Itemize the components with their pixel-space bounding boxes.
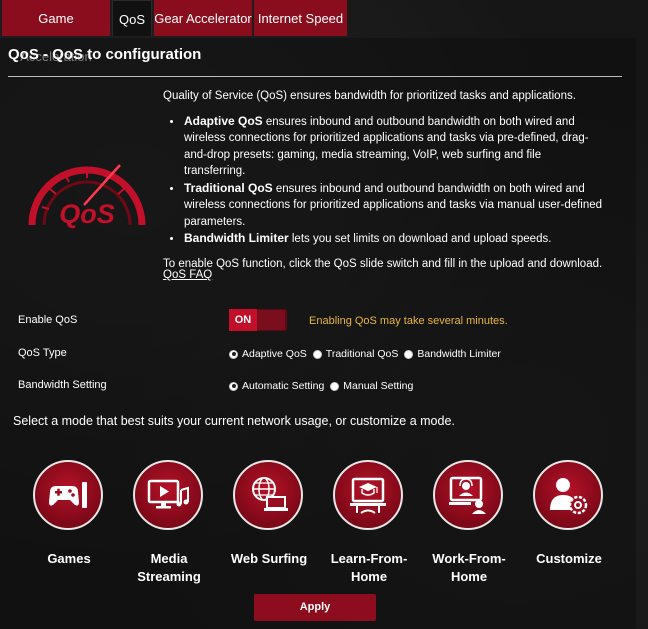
qos-description: Quality of Service (QoS) ensures bandwid… [163,88,603,272]
feature-term: Bandwidth Limiter [184,231,289,245]
mode-label: Work-From-Home [432,551,506,584]
enable-qos-toggle[interactable]: ON [229,309,287,331]
radio-label: Bandwidth Limiter [417,348,501,360]
radio-label: Traditional QoS [325,348,399,360]
mode-icon-circle[interactable] [33,460,103,530]
radio-dot[interactable] [312,349,322,359]
qos-faq-link[interactable]: QoS FAQ [163,269,212,281]
gamepad-icon [49,482,87,508]
bandwidth-setting-label: Bandwidth Setting [18,379,107,391]
feature-text: lets you set limits on download and uplo… [288,233,552,245]
qos-logo: QoS [22,145,152,230]
radio-dot-selected[interactable] [229,349,238,359]
mode-icon-circle[interactable] [233,460,303,530]
radio-bandwidth-limiter[interactable]: Bandwidth Limiter [404,348,501,360]
globe-laptop-icon [252,477,288,511]
feature-traditional-qos: Traditional QoS ensures inbound and outb… [183,180,603,231]
toggle-on-text: ON [229,309,257,331]
mode-icon-circle[interactable] [133,460,203,530]
tab-internet-speed[interactable]: Internet Speed [254,0,347,36]
mode-icon-circle[interactable] [533,460,603,530]
qos-logo-text: QoS [59,199,115,229]
radio-manual-setting[interactable]: Manual Setting [330,380,413,392]
headset-icon [449,476,486,514]
tab-qos[interactable]: QoS [112,0,152,36]
radio-dot[interactable] [330,381,340,391]
tab-bar: Game Acceleration QoS Gear Accelerator I… [0,0,648,64]
toggle-knob [257,310,285,330]
apply-button[interactable]: Apply [254,594,376,621]
qos-type-label: QoS Type [18,347,67,359]
feature-term: Adaptive QoS [184,113,263,128]
learning-icon [350,477,386,514]
radio-label: Automatic Setting [242,380,325,392]
mode-label: Media Streaming [137,551,201,584]
feature-bandwidth-limiter: Bandwidth Limiter lets you set limits on… [183,230,603,248]
radio-adaptive-qos[interactable]: Adaptive QoS [229,348,307,360]
enable-qos-label: Enable QoS [18,314,78,326]
mode-instructions: Select a mode that best suits your curre… [13,414,455,428]
mode-label: Customize [536,551,602,566]
radio-automatic-setting[interactable]: Automatic Setting [229,380,324,392]
feature-adaptive-qos: Adaptive QoS ensures inbound and outboun… [183,113,603,180]
feature-term: Traditional QoS [184,180,273,195]
radio-label: Manual Setting [343,380,414,392]
enable-instructions: To enable QoS function, click the QoS sl… [163,257,603,270]
page-title: QoS - QoS to configuration [8,46,202,63]
media-icon [147,479,189,509]
radio-dot[interactable] [404,349,414,359]
mode-label: Web Surfing [230,551,308,566]
radio-dot-selected[interactable] [229,381,238,391]
bandwidth-radio-group: Automatic Setting Manual Setting [229,380,419,392]
title-divider [8,76,622,77]
user-gear-icon [550,478,588,515]
intro-text: Quality of Service (QoS) ensures bandwid… [163,90,576,102]
qos-type-radio-group: Adaptive QoS Traditional QoS Bandwidth L… [229,348,507,360]
mode-icon-circle[interactable] [333,460,403,530]
mode-label: Learn-From-Home [330,551,408,584]
tab-game-acceleration[interactable]: Game Acceleration [2,0,110,64]
mode-icon-circle[interactable] [433,460,503,530]
radio-label: Adaptive QoS [242,348,307,360]
radio-traditional-qos[interactable]: Traditional QoS [312,348,399,360]
qos-feature-list: Adaptive QoS ensures inbound and outboun… [163,113,603,248]
enable-warning: Enabling QoS may take several minutes. [309,315,508,327]
mode-label: Games [47,551,91,566]
tab-gear-accelerator[interactable]: Gear Accelerator [154,0,252,36]
